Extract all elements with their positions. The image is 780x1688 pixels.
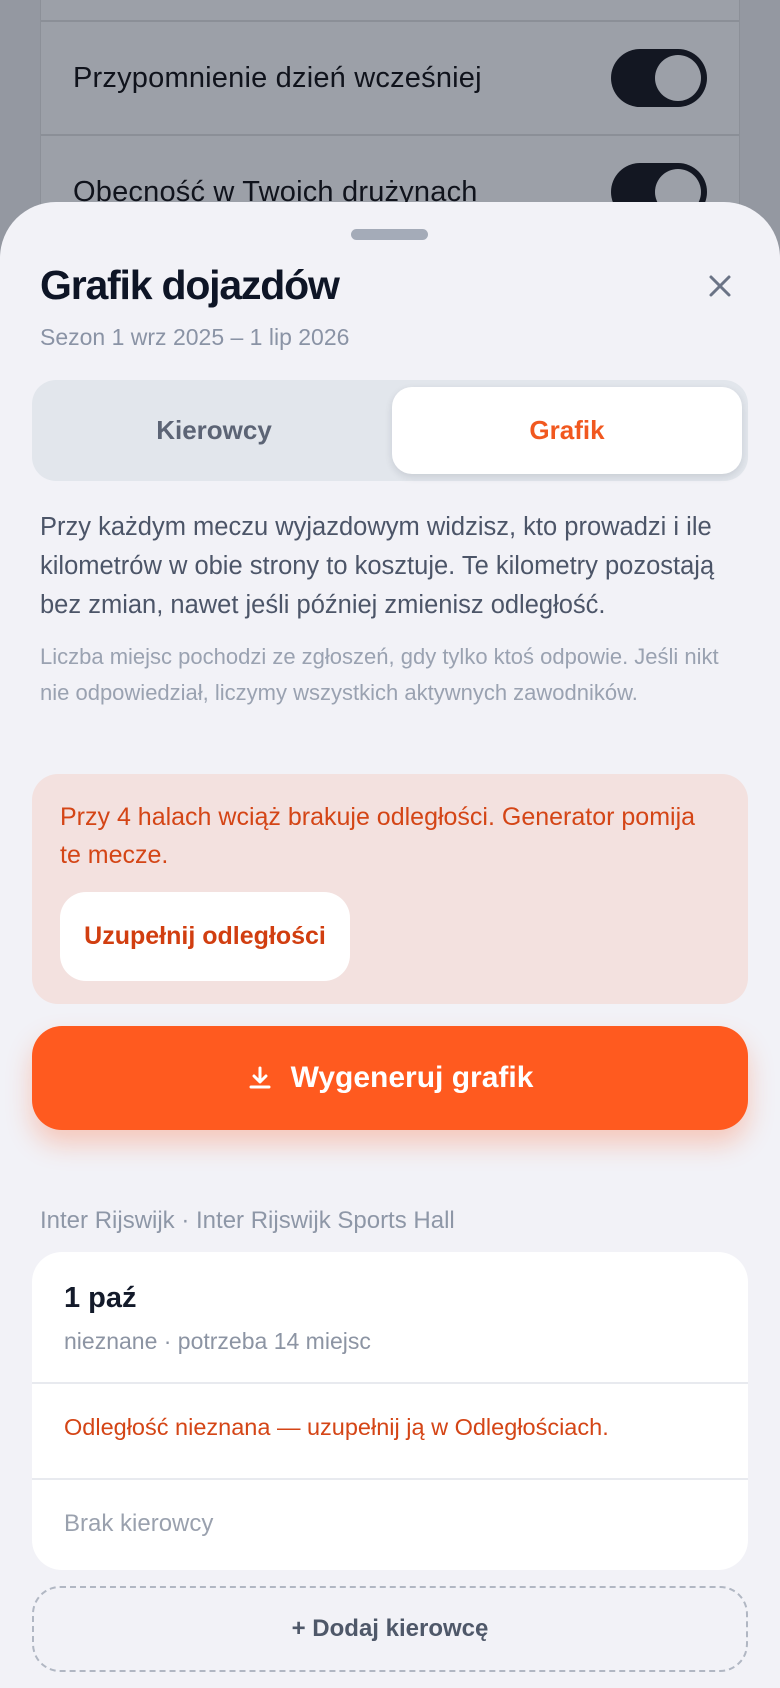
close-icon: [709, 275, 731, 297]
divider: [32, 1478, 748, 1480]
venue-section-label: Inter Rijswijk · Inter Rijswijk Sports H…: [40, 1207, 455, 1234]
schedule-bottom-sheet: Grafik dojazdów Sezon 1 wrz 2025 – 1 lip…: [0, 202, 780, 1688]
reminder-toggle: [611, 49, 707, 107]
match-card[interactable]: 1 paź nieznane · potrzeba 14 miejsc Odle…: [32, 1252, 748, 1570]
driver-status: Brak kierowcy: [64, 1510, 214, 1537]
missing-distances-alert: Przy 4 halach wciąż brakuje odległości. …: [32, 774, 748, 1004]
match-date: 1 paź: [64, 1282, 137, 1314]
sheet-grabber[interactable]: [351, 229, 428, 240]
alert-text: Przy 4 halach wciąż brakuje odległości. …: [60, 803, 696, 869]
tab-drivers[interactable]: Kierowcy: [39, 387, 389, 474]
schedule-description: Przy każdym meczu wyjazdowym widzisz, kt…: [40, 513, 715, 619]
view-segmented-control: Kierowcy Grafik: [32, 380, 748, 481]
match-meta: nieznane · potrzeba 14 miejsc: [64, 1328, 371, 1354]
distance-unknown-link[interactable]: Odległość nieznana — uzupełnij ją w Odle…: [64, 1414, 609, 1441]
settings-row-label: Przypomnienie dzień wcześniej: [73, 61, 482, 94]
settings-row-reminder: Przypomnienie dzień wcześniej: [41, 20, 739, 134]
sheet-title: Grafik dojazdów: [40, 262, 340, 308]
fill-distances-button[interactable]: Uzupełnij odległości: [60, 892, 350, 981]
season-range: Sezon 1 wrz 2025 – 1 lip 2026: [40, 324, 350, 350]
generate-button-label: Wygeneruj grafik: [290, 1061, 534, 1094]
add-driver-button[interactable]: + Dodaj kierowcę: [32, 1586, 748, 1672]
divider: [32, 1382, 748, 1384]
download-icon: [249, 1066, 271, 1089]
generate-schedule-button[interactable]: Wygeneruj grafik: [32, 1026, 748, 1130]
close-button[interactable]: [700, 266, 740, 306]
seats-note: Liczba miejsc pochodzi ze zgłoszeń, gdy …: [40, 644, 719, 705]
tab-schedule[interactable]: Grafik: [392, 387, 742, 474]
